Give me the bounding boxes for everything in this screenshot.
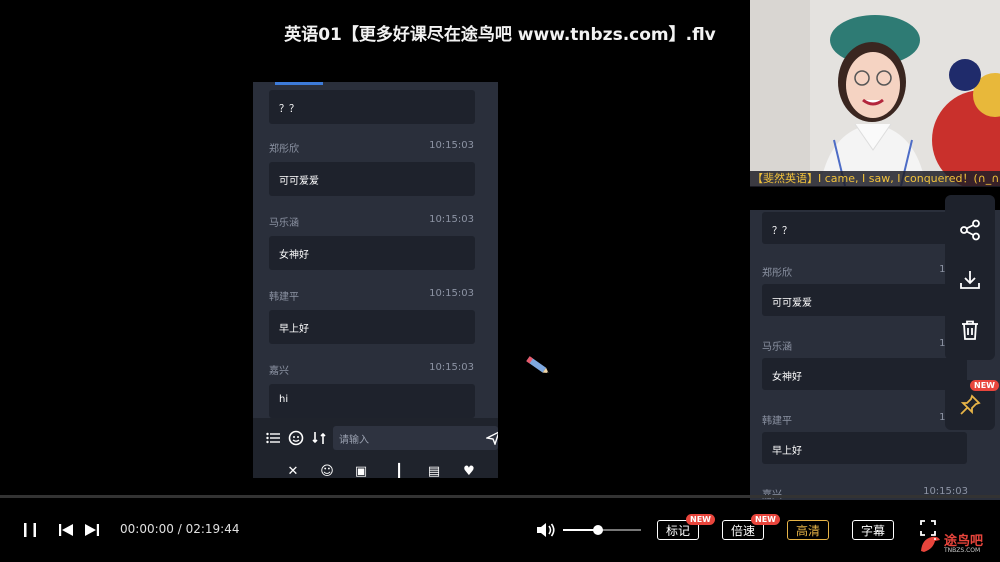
- chat-input[interactable]: 请输入: [333, 426, 498, 450]
- chat-message: 女神好: [762, 358, 967, 390]
- chat-timestamp: 10:15:03: [429, 140, 474, 151]
- share-icon: [960, 219, 980, 241]
- next-button[interactable]: [82, 520, 102, 540]
- subtitle-button[interactable]: 字幕: [852, 520, 895, 540]
- previous-button[interactable]: [56, 520, 76, 540]
- pause-button[interactable]: [20, 520, 40, 540]
- chat-timestamp: 10:15:03: [429, 214, 474, 225]
- logo-text: 途鸟吧: [944, 533, 984, 549]
- chat-username: 马乐涵: [269, 218, 299, 229]
- new-badge: NEW: [970, 380, 999, 391]
- chat-message: 可可爱爱: [269, 162, 475, 196]
- face-icon[interactable]: ☺: [319, 464, 335, 479]
- webcam-video: [750, 0, 1000, 186]
- chat-message: hi: [269, 384, 475, 418]
- mic-icon[interactable]: ┃: [391, 464, 407, 479]
- image-icon[interactable]: ▣: [353, 464, 369, 479]
- new-badge: NEW: [686, 514, 715, 525]
- download-icon: [960, 271, 980, 289]
- chat-username: 郑彤欣: [762, 268, 792, 279]
- chat-message: 可可爱爱: [762, 284, 967, 316]
- list-icon[interactable]: [265, 430, 281, 446]
- side-action-bar: [945, 195, 995, 360]
- chat-message: ？？: [762, 212, 967, 244]
- chat-input-bar: 请输入 ✕ ☺ ▣ ┃ ▤ ♥: [253, 418, 498, 478]
- pin-icon: [960, 394, 981, 415]
- swap-icon[interactable]: [311, 430, 327, 446]
- chat-timestamp: 10:15:03: [429, 288, 474, 299]
- progress-bar[interactable]: [0, 495, 1000, 498]
- bird-logo-icon: [921, 536, 940, 552]
- chat-message: 早上好: [269, 310, 475, 344]
- previous-icon: [59, 524, 73, 536]
- pencil-cursor-icon: [522, 352, 552, 378]
- volume-slider[interactable]: [563, 525, 641, 535]
- scroll-indicator: [275, 82, 323, 85]
- new-badge: NEW: [751, 514, 780, 525]
- heart-icon[interactable]: ♥: [461, 464, 477, 479]
- chat-username: 马乐涵: [762, 342, 792, 353]
- chat-message: 女神好: [269, 236, 475, 270]
- download-button[interactable]: [945, 255, 995, 305]
- chat-username: 郑彤欣: [269, 144, 299, 155]
- delete-icon: [962, 320, 978, 340]
- chat-panel[interactable]: ？？ 郑彤欣 10:15:03 可可爱爱 马乐涵 10:15:03 女神好 韩建…: [253, 82, 498, 478]
- delete-button[interactable]: [945, 305, 995, 355]
- webcam-caption: 【斐然英语】I came, I saw, I conquered！(∩_∩): [750, 171, 1000, 187]
- next-icon: [85, 524, 99, 536]
- chat-message: ？？: [269, 90, 475, 124]
- chat-username: 韩建平: [762, 416, 792, 427]
- share-button[interactable]: [945, 205, 995, 255]
- logo-subtext: TNBZS.COM: [944, 546, 981, 554]
- volume-button[interactable]: [535, 520, 557, 540]
- emoji-icon[interactable]: [288, 430, 304, 446]
- time-display: 00:00:00 / 02:19:44: [120, 522, 240, 536]
- volume-knob[interactable]: [593, 525, 604, 535]
- send-icon[interactable]: [485, 430, 498, 446]
- quality-button[interactable]: 高清: [787, 520, 830, 540]
- volume-icon: [537, 523, 555, 537]
- chat-timestamp: 10:15:03: [429, 362, 474, 373]
- card-icon[interactable]: ▤: [426, 464, 442, 479]
- close-small-icon[interactable]: ✕: [285, 464, 301, 479]
- chat-username: 嘉兴: [269, 366, 289, 377]
- pause-icon: [24, 523, 36, 537]
- site-logo: 途鸟吧 TNBZS.COM: [918, 530, 998, 558]
- chat-message: 早上好: [762, 432, 967, 464]
- chat-username: 韩建平: [269, 292, 299, 303]
